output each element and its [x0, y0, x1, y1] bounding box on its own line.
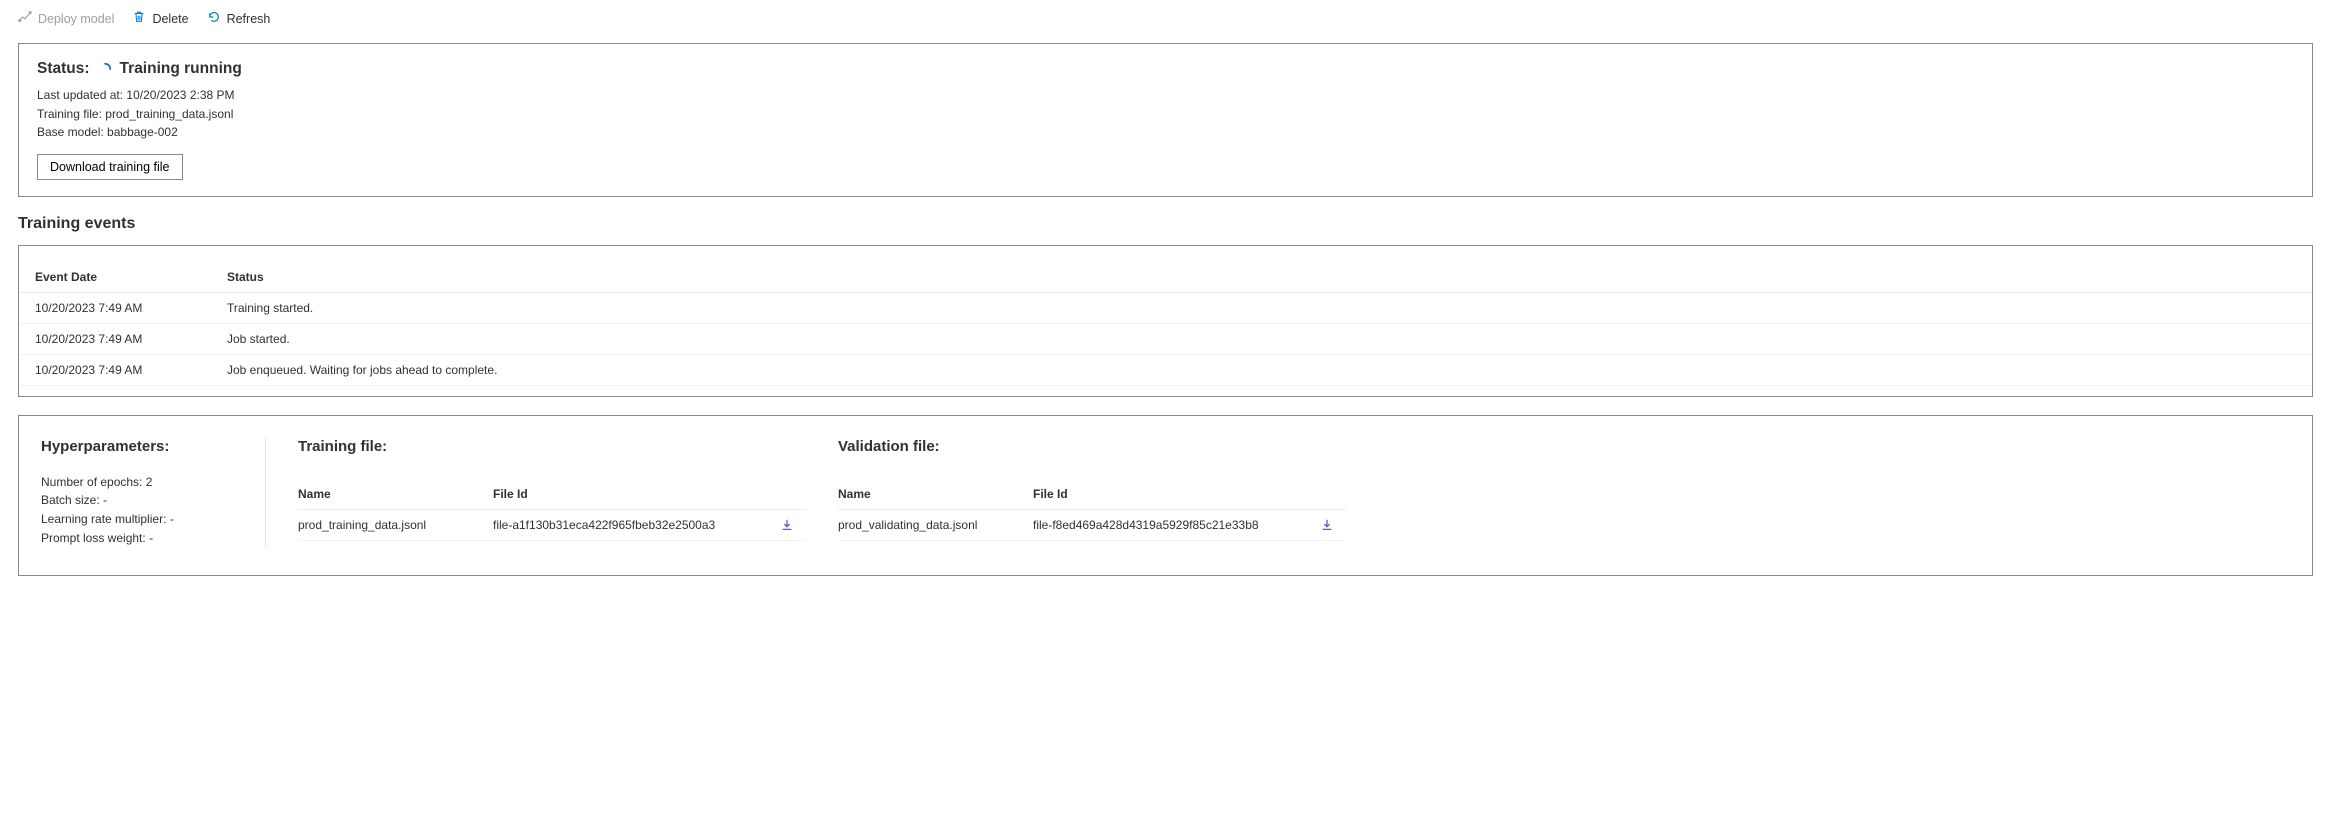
delete-label: Delete — [152, 12, 188, 26]
download-icon[interactable] — [1320, 518, 1346, 532]
status-label: Status: — [37, 60, 90, 78]
training-file-section: Training file: Name File Id prod_trainin… — [276, 438, 806, 547]
download-training-file-button[interactable]: Download training file — [37, 154, 183, 180]
hyperparameters-title: Hyperparameters: — [41, 438, 247, 455]
status-panel: Status: Training running Last updated at… — [18, 43, 2313, 197]
validation-file-title: Validation file: — [838, 438, 1346, 455]
delete-button[interactable]: Delete — [132, 10, 188, 27]
hyperparameters-section: Hyperparameters: Number of epochs: 2 Bat… — [41, 438, 266, 547]
deploy-model-button: Deploy model — [18, 10, 114, 27]
table-row: prod_training_data.jsonl file-a1f130b31e… — [298, 510, 806, 541]
training-events-title: Training events — [18, 215, 2313, 233]
refresh-icon — [207, 10, 221, 27]
validation-file-section: Validation file: Name File Id prod_valid… — [816, 438, 1346, 547]
refresh-label: Refresh — [227, 12, 271, 26]
training-events-table: Event Date Status 10/20/2023 7:49 AM Tra… — [18, 245, 2313, 397]
events-header-status: Status — [227, 270, 2296, 284]
trash-icon — [132, 10, 146, 27]
deploy-label: Deploy model — [38, 12, 114, 26]
action-toolbar: Deploy model Delete Refresh — [18, 10, 2313, 27]
events-header-date: Event Date — [35, 270, 227, 284]
training-file-line: Training file: prod_training_data.jsonl — [37, 105, 2294, 124]
status-value: Training running — [120, 60, 242, 78]
download-icon[interactable] — [780, 518, 806, 532]
table-row: prod_validating_data.jsonl file-f8ed469a… — [838, 510, 1346, 541]
details-panel: Hyperparameters: Number of epochs: 2 Bat… — [18, 415, 2313, 576]
last-updated-line: Last updated at: 10/20/2023 2:38 PM — [37, 86, 2294, 105]
base-model-line: Base model: babbage-002 — [37, 123, 2294, 142]
table-row: 10/20/2023 7:49 AM Job started. — [19, 324, 2312, 355]
table-row: 10/20/2023 7:49 AM Job enqueued. Waiting… — [19, 355, 2312, 386]
refresh-button[interactable]: Refresh — [207, 10, 271, 27]
spinner-icon — [98, 62, 112, 76]
deploy-icon — [18, 10, 32, 27]
training-file-title: Training file: — [298, 438, 806, 455]
table-row: 10/20/2023 7:49 AM Training started. — [19, 293, 2312, 324]
